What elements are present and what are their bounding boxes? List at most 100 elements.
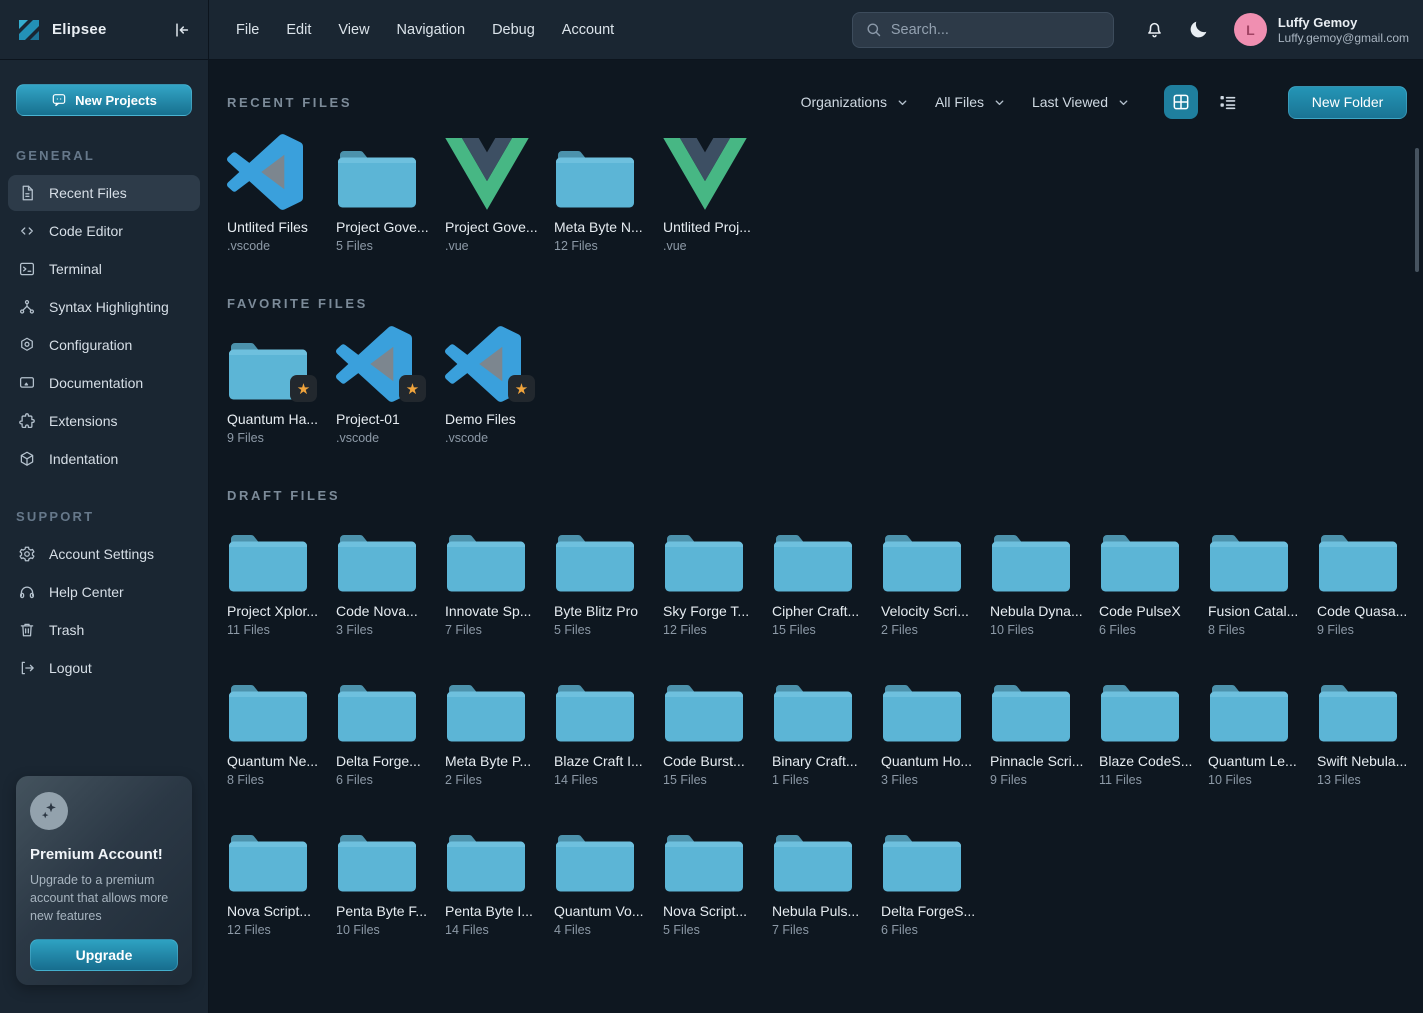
file-card-nova-script[interactable]: Nova Script...12 Files	[227, 816, 321, 937]
folder-icon	[554, 148, 636, 210]
file-name: Untlited Proj...	[663, 219, 757, 235]
file-card-quantum-vo[interactable]: Quantum Vo...4 Files	[554, 816, 648, 937]
menu-item-account[interactable]: Account	[562, 22, 614, 38]
file-card-cipher-craft[interactable]: Cipher Craft...15 Files	[772, 516, 866, 637]
folder-icon	[663, 832, 745, 894]
content-controls: Organizations All Files Last Viewed New Fo…	[801, 85, 1407, 119]
filter-organizations[interactable]: Organizations	[801, 94, 909, 110]
sidebar-item-documentation[interactable]: Documentation	[8, 365, 200, 401]
filter-last-viewed[interactable]: Last Viewed	[1032, 94, 1130, 110]
file-card-byte-blitz-pro[interactable]: Byte Blitz Pro5 Files	[554, 516, 648, 637]
new-projects-button[interactable]: New Projects	[16, 84, 192, 116]
file-meta: 13 Files	[1317, 773, 1411, 787]
file-card-penta-byte-f[interactable]: Penta Byte F...10 Files	[336, 816, 430, 937]
sidebar-item-indentation[interactable]: Indentation	[8, 441, 200, 477]
menu-item-navigation[interactable]: Navigation	[397, 22, 466, 38]
file-card-fusion-catal[interactable]: Fusion Catal...8 Files	[1208, 516, 1302, 637]
sidebar-item-label: Documentation	[49, 375, 143, 391]
file-card-nova-script[interactable]: Nova Script...5 Files	[663, 816, 757, 937]
file-card-innovate-sp[interactable]: Innovate Sp...7 Files	[445, 516, 539, 637]
settings-icon	[18, 545, 36, 563]
file-name: Blaze CodeS...	[1099, 753, 1193, 769]
folder-icon	[336, 832, 418, 894]
file-name: Demo Files	[445, 411, 539, 427]
upgrade-button[interactable]: Upgrade	[30, 939, 178, 971]
file-icon-box	[554, 666, 648, 744]
grid-view-button[interactable]	[1164, 85, 1198, 119]
folder-icon	[445, 682, 527, 744]
file-card-code-nova[interactable]: Code Nova...3 Files	[336, 516, 430, 637]
vertical-scrollbar-thumb[interactable]	[1415, 148, 1419, 272]
sidebar-item-configuration[interactable]: Configuration	[8, 327, 200, 363]
file-meta: 14 Files	[554, 773, 648, 787]
file-card-meta-byte-n[interactable]: Meta Byte N...12 Files	[554, 132, 648, 253]
menu-item-debug[interactable]: Debug	[492, 22, 535, 38]
file-card-project-01[interactable]: ★Project-01.vscode	[336, 324, 430, 445]
new-folder-button[interactable]: New Folder	[1288, 86, 1407, 119]
sidebar-item-label: Extensions	[49, 413, 117, 429]
file-card-delta-forge[interactable]: Delta Forge...6 Files	[336, 666, 430, 787]
menu-item-file[interactable]: File	[236, 22, 259, 38]
search-input[interactable]	[891, 22, 1101, 38]
file-card-blaze-codes[interactable]: Blaze CodeS...11 Files	[1099, 666, 1193, 787]
file-icon-box	[336, 132, 430, 210]
file-card-blaze-craft-i[interactable]: Blaze Craft I...14 Files	[554, 666, 648, 787]
sidebar-item-syntax-highlighting[interactable]: Syntax Highlighting	[8, 289, 200, 325]
sidebar-sections: GENERALRecent FilesCode EditorTerminalSy…	[0, 116, 208, 686]
file-icon-box	[663, 132, 757, 210]
file-card-quantum-ho[interactable]: Quantum Ho...3 Files	[881, 666, 975, 787]
sidebar-item-extensions[interactable]: Extensions	[8, 403, 200, 439]
file-meta: 10 Files	[1208, 773, 1302, 787]
file-card-swift-nebula[interactable]: Swift Nebula...13 Files	[1317, 666, 1411, 787]
file-card-code-pulsex[interactable]: Code PulseX6 Files	[1099, 516, 1193, 637]
file-icon-box	[445, 816, 539, 894]
file-card-binary-craft[interactable]: Binary Craft...1 Files	[772, 666, 866, 787]
file-icon-box	[227, 132, 321, 210]
sidebar-item-help-center[interactable]: Help Center	[8, 574, 200, 610]
folder-icon	[227, 832, 309, 894]
file-name: Innovate Sp...	[445, 603, 539, 619]
sidebar-item-account-settings[interactable]: Account Settings	[8, 536, 200, 572]
file-card-demo-files[interactable]: ★Demo Files.vscode	[445, 324, 539, 445]
file-card-code-quasa[interactable]: Code Quasa...9 Files	[1317, 516, 1411, 637]
file-card-pinnacle-scri[interactable]: Pinnacle Scri...9 Files	[990, 666, 1084, 787]
file-meta: 6 Files	[881, 923, 975, 937]
file-card-untlited-files[interactable]: Untlited Files.vscode	[227, 132, 321, 253]
file-card-project-gove[interactable]: Project Gove....vue	[445, 132, 539, 253]
menu-item-view[interactable]: View	[338, 22, 369, 38]
avatar[interactable]: L	[1234, 13, 1267, 46]
user-info: Luffy Gemoy Luffy.gemoy@gmail.com	[1278, 15, 1409, 45]
file-card-code-burst[interactable]: Code Burst...15 Files	[663, 666, 757, 787]
file-card-untlited-proj[interactable]: Untlited Proj....vue	[663, 132, 757, 253]
file-card-quantum-le[interactable]: Quantum Le...10 Files	[1208, 666, 1302, 787]
moon-icon[interactable]	[1188, 19, 1209, 40]
file-card-penta-byte-i[interactable]: Penta Byte I...14 Files	[445, 816, 539, 937]
file-meta: 15 Files	[772, 623, 866, 637]
sidebar-item-code-editor[interactable]: Code Editor	[8, 213, 200, 249]
bell-icon[interactable]	[1144, 19, 1165, 40]
file-meta: 9 Files	[1317, 623, 1411, 637]
file-card-nebula-dyna[interactable]: Nebula Dyna...10 Files	[990, 516, 1084, 637]
list-view-button[interactable]	[1210, 85, 1244, 119]
file-card-project-xplor[interactable]: Project Xplor...11 Files	[227, 516, 321, 637]
menu-item-edit[interactable]: Edit	[286, 22, 311, 38]
file-card-velocity-scri[interactable]: Velocity Scri...2 Files	[881, 516, 975, 637]
sidebar-item-recent-files[interactable]: Recent Files	[8, 175, 200, 211]
file-card-nebula-puls[interactable]: Nebula Puls...7 Files	[772, 816, 866, 937]
file-card-project-gove[interactable]: Project Gove...5 Files	[336, 132, 430, 253]
folder-icon	[445, 832, 527, 894]
file-icon	[18, 184, 36, 202]
filter-all-files[interactable]: All Files	[935, 94, 1006, 110]
file-card-quantum-ha[interactable]: ★Quantum Ha...9 Files	[227, 324, 321, 445]
filter-label: Last Viewed	[1032, 94, 1108, 110]
file-card-delta-forges[interactable]: Delta ForgeS...6 Files	[881, 816, 975, 937]
folder-icon	[1099, 682, 1181, 744]
file-card-sky-forge-t[interactable]: Sky Forge T...12 Files	[663, 516, 757, 637]
sidebar-item-terminal[interactable]: Terminal	[8, 251, 200, 287]
file-card-quantum-ne[interactable]: Quantum Ne...8 Files	[227, 666, 321, 787]
terminal-icon	[18, 260, 36, 278]
sidebar-item-trash[interactable]: Trash	[8, 612, 200, 648]
sidebar-item-logout[interactable]: Logout	[8, 650, 200, 686]
sidebar-collapse-icon[interactable]	[172, 20, 192, 40]
file-card-meta-byte-p[interactable]: Meta Byte P...2 Files	[445, 666, 539, 787]
